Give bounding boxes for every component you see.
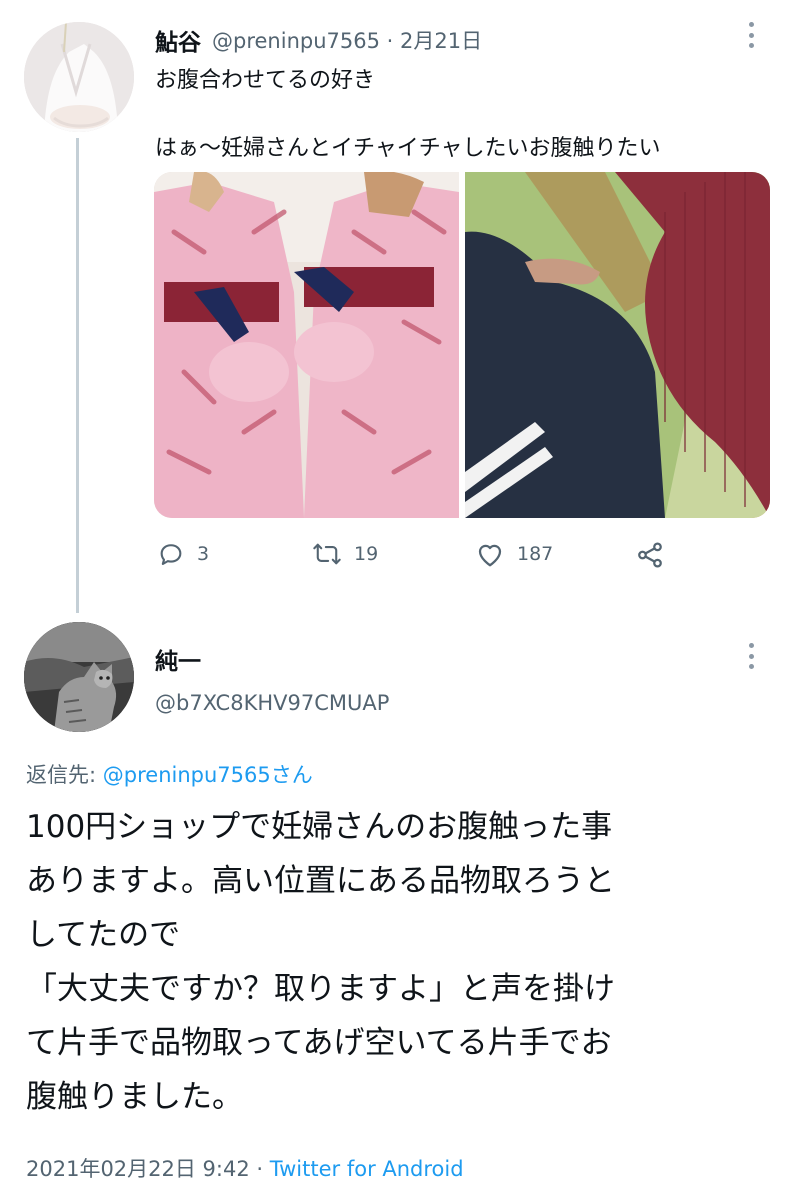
like-button[interactable]: 187	[475, 540, 553, 568]
reply-body-line: 100円ショップで妊婦さんのお腹触った事	[26, 809, 613, 845]
share-icon	[635, 540, 665, 570]
footer-separator: ·	[249, 1157, 270, 1181]
heart-icon	[475, 540, 505, 568]
replying-to-mention[interactable]: @preninpu7565さん	[103, 763, 313, 787]
reply-count: 3	[197, 543, 210, 565]
parent-author-avatar[interactable]	[24, 22, 134, 132]
retweet-icon	[312, 540, 342, 568]
media-photo-outdoor[interactable]	[465, 172, 770, 518]
reply-icon	[157, 540, 185, 568]
thread-connector-line	[76, 138, 79, 613]
replying-to: 返信先: @preninpu7565さん	[26, 759, 313, 789]
reply-tweet-footer: 2021年02月22日 9:42 · Twitter for Android	[26, 1153, 464, 1183]
parent-author-name[interactable]: 鮎谷	[155, 23, 201, 57]
parent-author-handle[interactable]: @preninpu7565	[212, 29, 380, 53]
reply-author-avatar[interactable]	[24, 622, 134, 732]
share-button[interactable]	[635, 540, 665, 570]
parent-tweet-text-line1: お腹合わせてるの好き	[155, 68, 376, 93]
parent-tweet-date[interactable]: 2月21日	[400, 29, 482, 53]
retweet-count: 19	[354, 543, 379, 565]
meta-separator: ·	[386, 29, 394, 53]
reply-body-line: て片手で品物取ってあげ空いてる片手でお	[26, 1025, 612, 1061]
like-count: 187	[517, 543, 554, 565]
reply-author-name[interactable]: 純一	[155, 642, 201, 676]
parent-tweet-media	[154, 172, 770, 518]
reply-tweet-body: 100円ショップで妊婦さんのお腹触った事 ありますよ。高い位置にある品物取ろうと…	[26, 800, 786, 1124]
parent-tweet-text-line2: はぁ〜妊婦さんとイチャイチャしたいお腹触りたい	[155, 136, 661, 161]
reply-author-handle[interactable]: @b7XC8KHV97CMUAP	[155, 691, 389, 715]
retweet-button[interactable]: 19	[312, 540, 378, 568]
parent-tweet-meta: @preninpu7565 · 2月21日	[212, 25, 482, 55]
more-vertical-icon[interactable]	[748, 643, 754, 669]
replying-to-prefix: 返信先:	[26, 763, 103, 787]
reply-body-line: 「大丈夫ですか？取りますよ」と声を掛け	[26, 971, 615, 1007]
media-photo-yukata[interactable]	[154, 172, 459, 518]
reply-source-link[interactable]: Twitter for Android	[270, 1157, 464, 1181]
reply-body-line: してたので	[26, 917, 181, 953]
reply-body-line: ありますよ。高い位置にある品物取ろうと	[26, 863, 615, 899]
more-vertical-icon[interactable]	[748, 22, 754, 48]
reply-body-line: 腹触りました。	[26, 1079, 243, 1115]
reply-timestamp[interactable]: 2021年02月22日 9:42	[26, 1157, 250, 1181]
parent-tweet-actions: 3 19 187	[155, 540, 715, 580]
reply-button[interactable]: 3	[157, 540, 209, 568]
